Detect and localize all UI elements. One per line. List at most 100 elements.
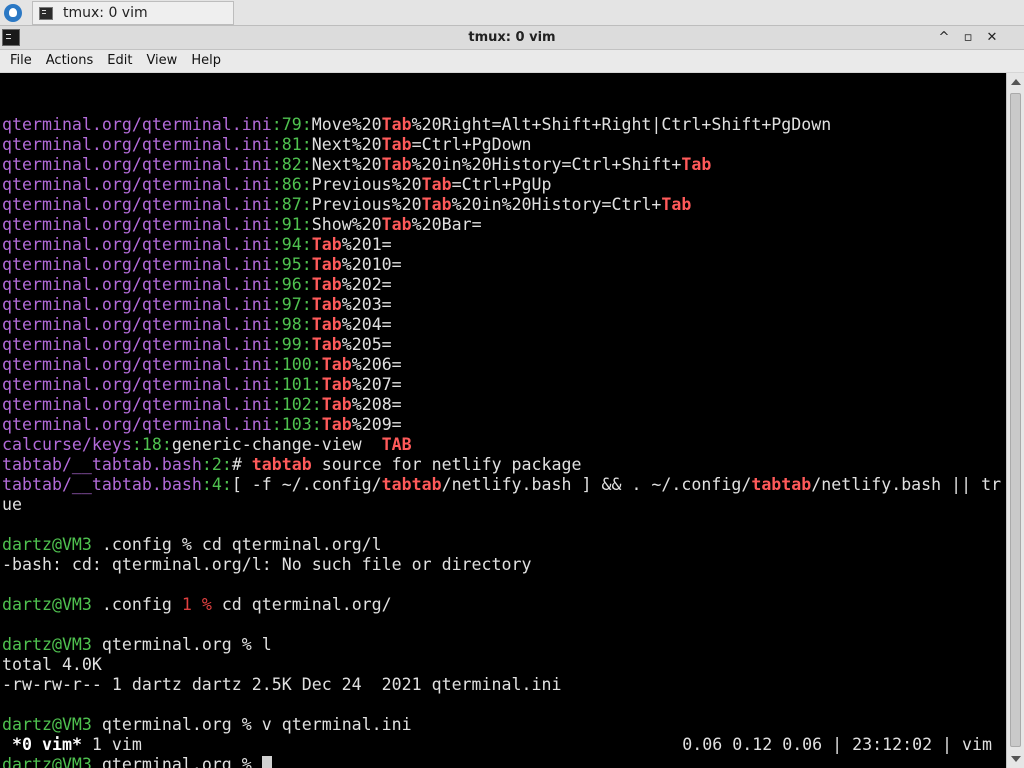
grep-text: %205= <box>341 335 392 354</box>
grep-separator: : <box>271 295 282 314</box>
tmux-window-list[interactable]: *0 vim* 1 vim <box>12 735 142 755</box>
tmux-status-right: 0.06 0.12 0.06 | 23:12:02 | vim <box>682 735 992 754</box>
grep-file-path: qterminal.org/qterminal.ini <box>2 375 272 394</box>
menu-view[interactable]: View <box>139 50 184 72</box>
prompt-line: dartz@VM3 qterminal.org % l <box>0 635 1006 655</box>
grep-file-path: qterminal.org/qterminal.ini <box>2 415 272 434</box>
grep-match: Tab <box>311 315 342 334</box>
grep-line-number: 4 <box>211 475 222 494</box>
grep-separator: : <box>271 275 282 294</box>
terminal-icon[interactable] <box>2 29 20 46</box>
grep-result-line: tabtab/__tabtab.bash:2:# tabtab source f… <box>0 455 1006 475</box>
grep-separator: : <box>271 355 282 374</box>
menu-actions[interactable]: Actions <box>39 50 101 72</box>
grep-match: tabtab <box>751 475 812 494</box>
grep-result-line: calcurse/keys:18:generic-change-view TAB <box>0 435 1006 455</box>
grep-separator: : <box>301 215 312 234</box>
grep-line-number: 101 <box>281 375 312 394</box>
taskbar-task-label: tmux: 0 vim <box>63 5 148 21</box>
scroll-up-icon[interactable] <box>1011 79 1021 85</box>
grep-text: %2010= <box>341 255 402 274</box>
grep-match: Tab <box>321 355 352 374</box>
grep-separator: : <box>131 435 142 454</box>
grep-text: =Ctrl+PgDown <box>411 135 532 154</box>
grep-match: Tab <box>421 195 452 214</box>
grep-match: Tab <box>421 175 452 194</box>
grep-line-number: 94 <box>281 235 302 254</box>
tmux-window-active[interactable]: *0 vim* <box>12 735 82 754</box>
scrollbar[interactable] <box>1006 73 1024 768</box>
grep-separator: : <box>201 455 212 474</box>
wrapped-line: ue <box>0 495 1006 515</box>
grep-separator: : <box>301 255 312 274</box>
close-button[interactable]: ✕ <box>982 28 1002 48</box>
grep-result-line: tabtab/__tabtab.bash:4:[ -f ~/.config/ta… <box>0 475 1006 495</box>
grep-file-path: tabtab/__tabtab.bash <box>2 475 202 494</box>
grep-separator: : <box>301 175 312 194</box>
grep-text: %202= <box>341 275 392 294</box>
prompt-line: dartz@VM3 .config 1 % cd qterminal.org/ <box>0 595 1006 615</box>
prompt-directory: qterminal.org <box>91 755 242 768</box>
maximize-button[interactable]: ▫ <box>958 28 978 48</box>
grep-result-line: qterminal.org/qterminal.ini:94:Tab%201= <box>0 235 1006 255</box>
menu-bar: File Actions Edit View Help <box>0 50 1024 72</box>
grep-text: %207= <box>351 375 402 394</box>
grep-file-path: qterminal.org/qterminal.ini <box>2 295 272 314</box>
grep-separator: : <box>301 115 312 134</box>
grep-match: tabtab <box>251 455 312 474</box>
command-output-line: -rw-rw-r-- 1 dartz dartz 2.5K Dec 24 202… <box>0 675 1006 695</box>
grep-line-number: 81 <box>281 135 302 154</box>
grep-file-path: qterminal.org/qterminal.ini <box>2 355 272 374</box>
grep-match: Tab <box>661 195 692 214</box>
grep-text: Show%20 <box>311 215 382 234</box>
grep-line-number: 18 <box>141 435 162 454</box>
grep-text: %208= <box>351 395 402 414</box>
grep-file-path: qterminal.org/qterminal.ini <box>2 335 272 354</box>
taskbar-task-tmux[interactable]: tmux: 0 vim <box>32 1 234 25</box>
grep-line-number: 97 <box>281 295 302 314</box>
grep-match: Tab <box>321 415 352 434</box>
grep-separator: : <box>271 375 282 394</box>
grep-text: [ -f ~/.config/ <box>231 475 382 494</box>
grep-match: Tab <box>381 155 412 174</box>
start-menu-icon[interactable] <box>4 4 22 22</box>
grep-file-path: qterminal.org/qterminal.ini <box>2 115 272 134</box>
grep-result-line: qterminal.org/qterminal.ini:96:Tab%202= <box>0 275 1006 295</box>
grep-file-path: qterminal.org/qterminal.ini <box>2 135 272 154</box>
grep-text: %209= <box>351 415 402 434</box>
prompt-command: cd qterminal.org/l <box>191 535 382 554</box>
grep-match: Tab <box>311 275 342 294</box>
grep-file-path: tabtab/__tabtab.bash <box>2 455 202 474</box>
grep-line-number: 87 <box>281 195 302 214</box>
grep-result-line: qterminal.org/qterminal.ini:79:Move%20Ta… <box>0 115 1006 135</box>
menu-edit[interactable]: Edit <box>100 50 139 72</box>
grep-separator: : <box>271 175 282 194</box>
grep-separator: : <box>311 355 322 374</box>
window-title-bar[interactable]: tmux: 0 vim ^ ▫ ✕ <box>0 26 1024 50</box>
prompt-directory: .config <box>91 535 182 554</box>
grep-line-number: 100 <box>281 355 312 374</box>
scroll-down-icon[interactable] <box>1011 756 1021 762</box>
menu-file[interactable]: File <box>3 50 39 72</box>
prompt-symbol: % <box>181 535 192 554</box>
grep-text: %20in%20History=Ctrl+Shift+ <box>411 155 682 174</box>
grep-result-line: qterminal.org/qterminal.ini:102:Tab%208= <box>0 395 1006 415</box>
grep-text: Next%20 <box>311 135 382 154</box>
prompt-symbol: % <box>241 715 252 734</box>
grep-separator: : <box>301 155 312 174</box>
scrollbar-thumb[interactable] <box>1010 93 1021 747</box>
grep-line-number: 2 <box>211 455 222 474</box>
tmux-window-other[interactable]: 1 vim <box>82 735 142 754</box>
grep-match: Tab <box>311 255 342 274</box>
minimize-button[interactable]: ^ <box>934 28 954 48</box>
menu-help[interactable]: Help <box>184 50 228 72</box>
grep-text: %20Right=Alt+Shift+Right|Ctrl+Shift+PgDo… <box>411 115 832 134</box>
prompt-exit-status: 1 % <box>181 595 212 614</box>
prompt-user-host: dartz@VM3 <box>2 595 92 614</box>
grep-text: source for netlify package <box>311 455 582 474</box>
grep-separator: : <box>221 455 232 474</box>
grep-separator: : <box>271 115 282 134</box>
terminal-output[interactable]: qterminal.org/qterminal.ini:79:Move%20Ta… <box>0 73 1006 768</box>
